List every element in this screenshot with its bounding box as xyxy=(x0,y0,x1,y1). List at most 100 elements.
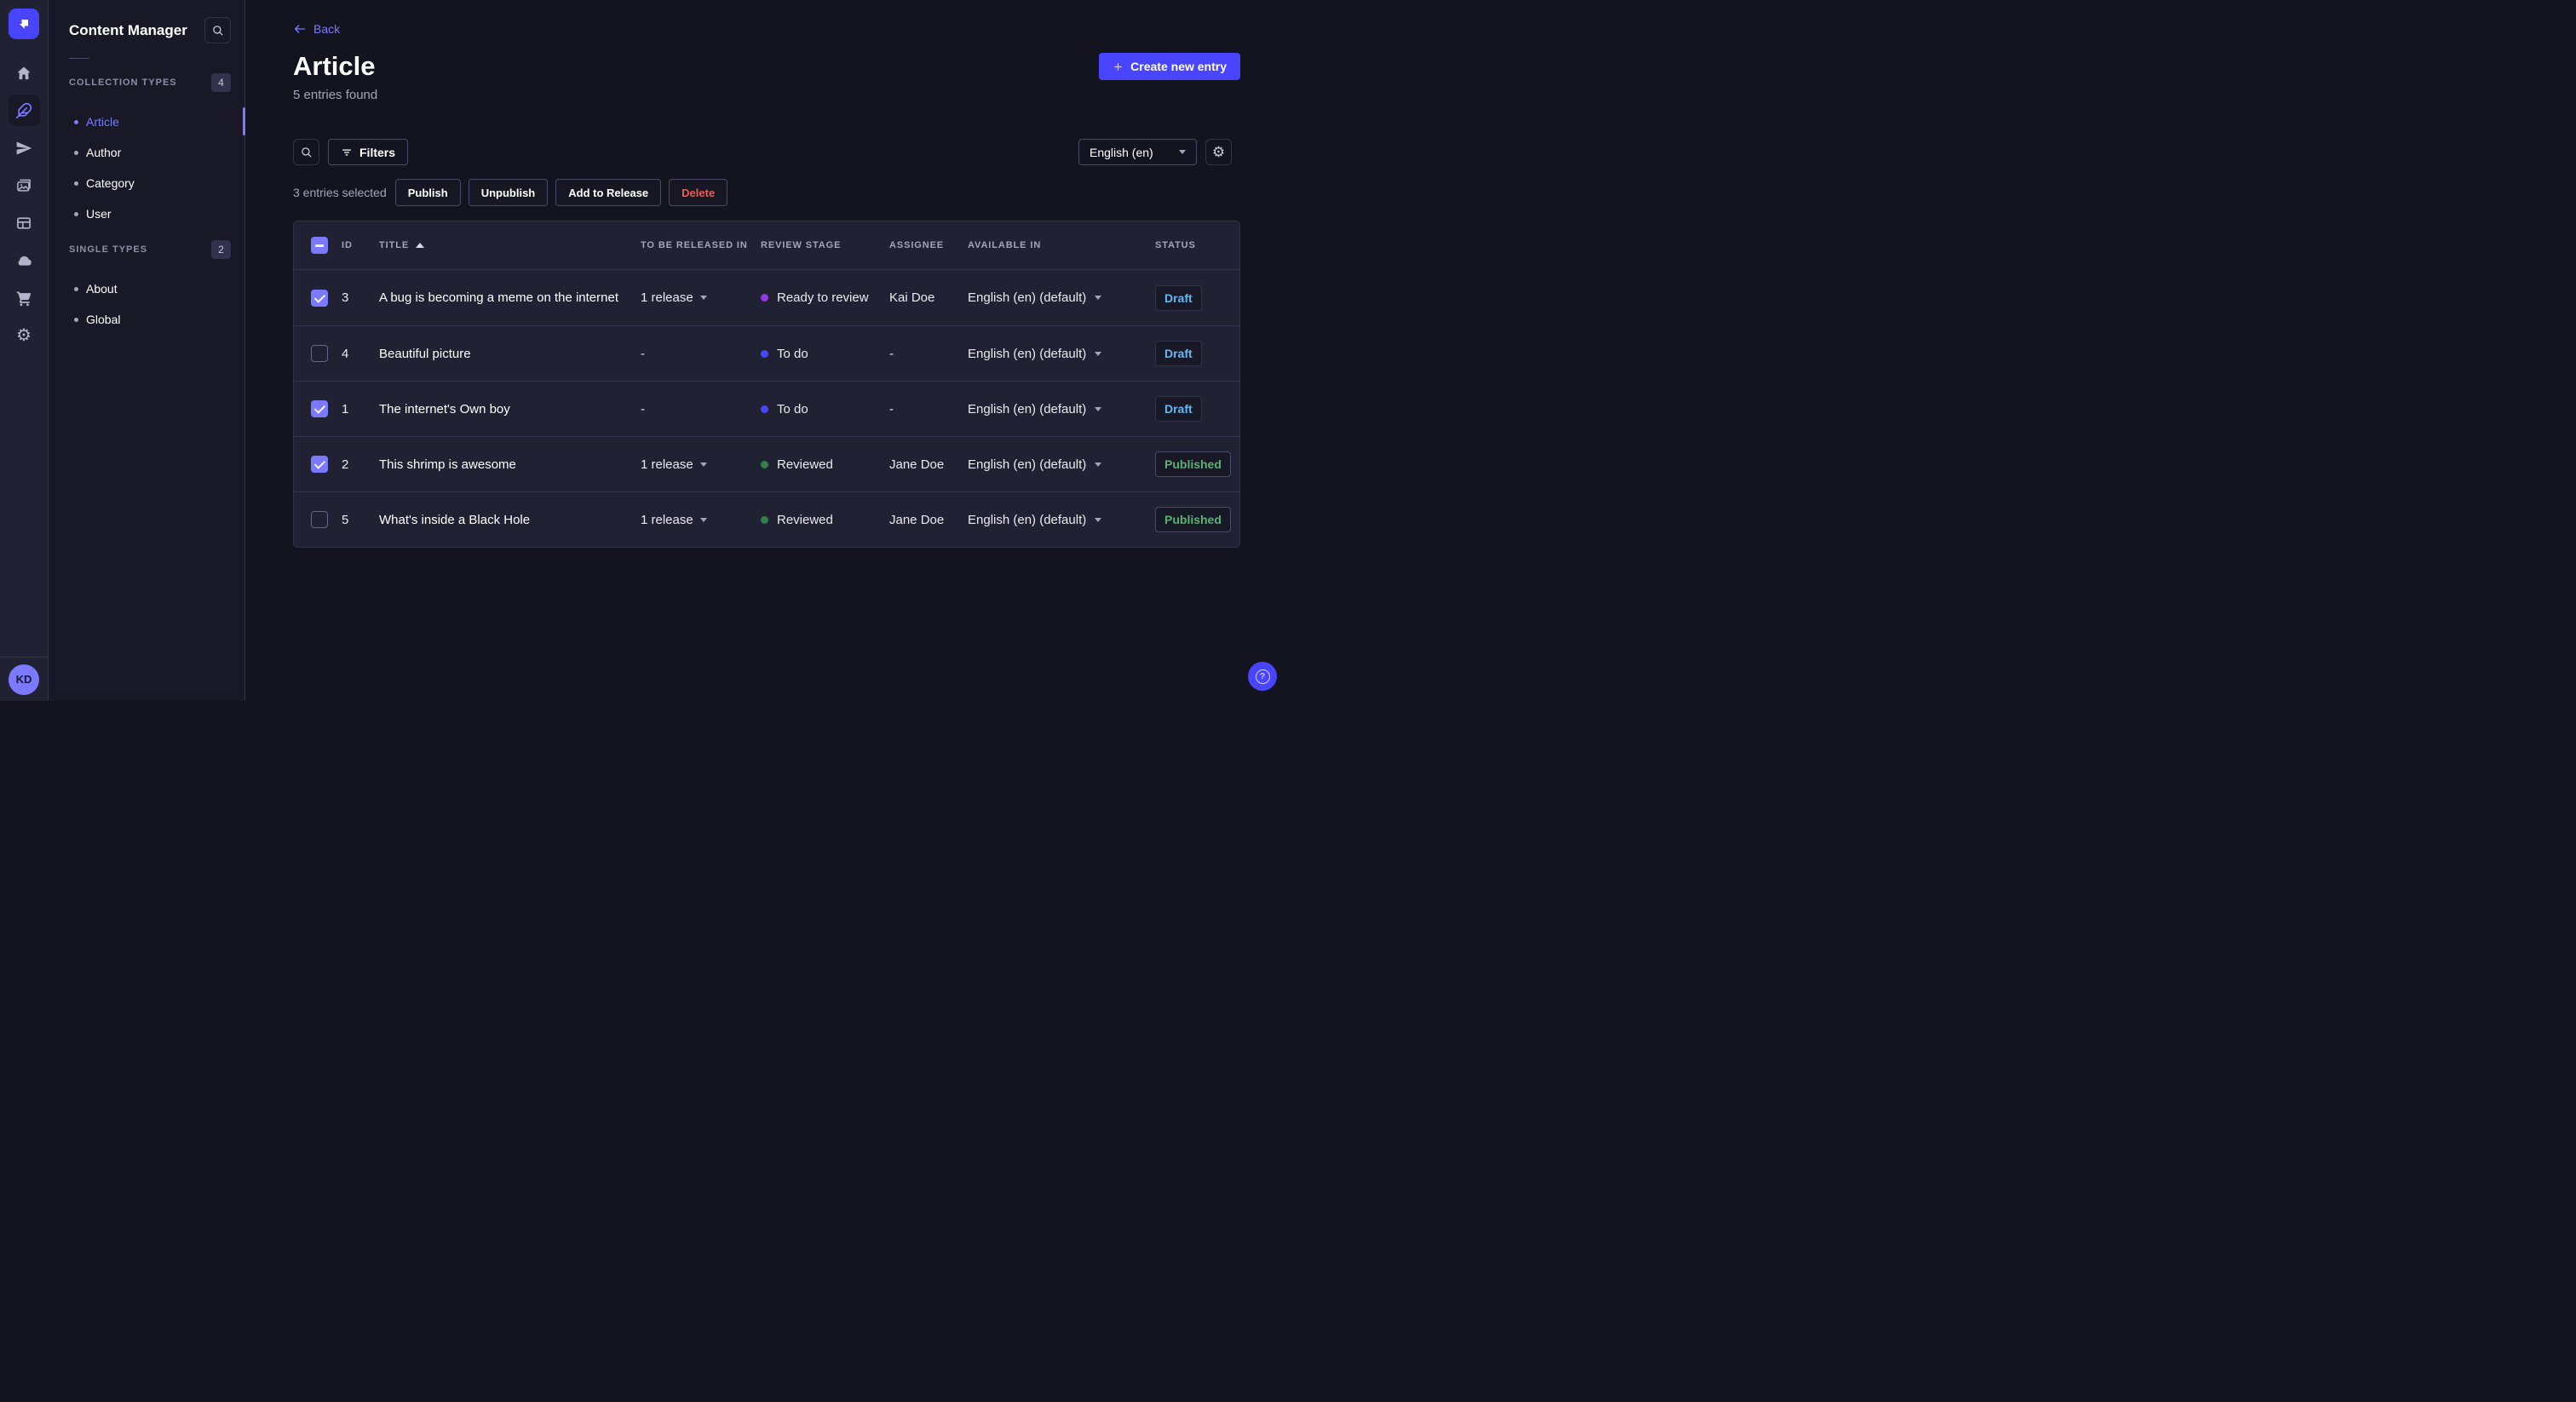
collection-types-label: COLLECTION TYPES xyxy=(69,78,177,88)
cell-assignee: Jane Doe xyxy=(889,457,945,472)
select-all-checkbox[interactable] xyxy=(311,237,328,254)
unpublish-button[interactable]: Unpublish xyxy=(468,179,549,206)
help-button[interactable]: ? xyxy=(1248,662,1277,691)
subnav-title: Content Manager xyxy=(69,21,187,38)
cell-to-be-released-in[interactable]: 1 release xyxy=(641,290,761,305)
cloud-icon[interactable] xyxy=(9,244,40,276)
locale-label: English (en) (default) xyxy=(968,457,1087,472)
cell-available-in[interactable]: English (en) (default) xyxy=(968,513,1155,527)
chevron-down-icon xyxy=(699,296,707,300)
column-header-assignee: ASSIGNEE xyxy=(889,240,945,250)
cell-id: 3 xyxy=(342,290,349,305)
delete-button[interactable]: Delete xyxy=(669,179,728,206)
list-settings-button[interactable]: ⚙ xyxy=(1205,139,1232,165)
cell-to-be-released-in[interactable]: - xyxy=(641,347,761,361)
back-link[interactable]: Back xyxy=(293,22,340,36)
cell-status: Draft xyxy=(1155,396,1239,422)
chevron-down-icon xyxy=(1095,296,1102,300)
column-header-id[interactable]: ID xyxy=(342,240,379,250)
sidebar-item-about[interactable]: About xyxy=(49,273,244,304)
subnav-search-button[interactable] xyxy=(204,17,231,43)
cell-id: 4 xyxy=(342,346,349,361)
cell-title: Beautiful picture xyxy=(379,346,471,361)
stage-dot-icon xyxy=(761,460,768,468)
releases-paper-plane-icon[interactable] xyxy=(9,132,40,164)
cell-available-in[interactable]: English (en) (default) xyxy=(968,402,1155,417)
stage-label: Ready to review xyxy=(777,290,869,305)
marketplace-cart-icon[interactable] xyxy=(9,282,40,313)
stage-label: To do xyxy=(777,346,808,361)
status-badge: Draft xyxy=(1155,284,1202,311)
content-manager-feather-icon[interactable] xyxy=(8,95,40,126)
stage-dot-icon xyxy=(761,294,768,302)
row-checkbox[interactable] xyxy=(311,400,328,417)
sidebar-item-user[interactable]: User xyxy=(49,198,244,229)
status-badge: Published xyxy=(1155,451,1231,477)
media-library-images-icon[interactable] xyxy=(9,170,40,201)
cell-available-in[interactable]: English (en) (default) xyxy=(968,347,1155,361)
cell-title: A bug is becoming a meme on the internet xyxy=(379,290,619,305)
cell-to-be-released-in[interactable]: - xyxy=(641,402,761,417)
sidebar-item-category[interactable]: Category xyxy=(49,168,244,198)
cell-title: What's inside a Black Hole xyxy=(379,512,531,527)
table-header: ID TITLE TO BE RELEASED IN REVIEW STAGE … xyxy=(294,221,1239,270)
cell-review-stage: Ready to review xyxy=(761,290,889,305)
sidebar-item-author[interactable]: Author xyxy=(49,137,244,168)
table-row[interactable]: 3 A bug is becoming a meme on the intern… xyxy=(294,270,1239,325)
column-header-title[interactable]: TITLE xyxy=(379,240,641,250)
strapi-logo-mark xyxy=(20,20,28,29)
release-value: - xyxy=(641,346,645,361)
publish-button[interactable]: Publish xyxy=(394,179,461,206)
cell-to-be-released-in[interactable]: 1 release xyxy=(641,457,761,472)
back-arrow-icon xyxy=(295,25,305,33)
table-row[interactable]: 2 This shrimp is awesome 1 release Revie… xyxy=(294,436,1239,491)
gear-glyph: ⚙ xyxy=(16,325,32,345)
question-mark-icon: ? xyxy=(1255,669,1270,684)
content-type-builder-layout-icon[interactable] xyxy=(9,207,40,238)
bullet-icon xyxy=(74,181,78,186)
settings-gear-icon[interactable]: ⚙ xyxy=(9,319,40,351)
status-badge: Draft xyxy=(1155,341,1202,366)
table-row[interactable]: 4 Beautiful picture - To do - English (e… xyxy=(294,325,1239,381)
cell-review-stage: Reviewed xyxy=(761,513,889,527)
table-row[interactable]: 5 What's inside a Black Hole 1 release R… xyxy=(294,491,1239,547)
row-checkbox[interactable] xyxy=(311,289,328,307)
single-types-count: 2 xyxy=(211,240,231,259)
cell-available-in[interactable]: English (en) (default) xyxy=(968,290,1155,305)
cell-available-in[interactable]: English (en) (default) xyxy=(968,457,1155,472)
strapi-logo[interactable] xyxy=(9,9,39,39)
plus-icon xyxy=(1114,62,1123,71)
stage-label: Reviewed xyxy=(777,457,833,472)
sidebar-item-global[interactable]: Global xyxy=(49,304,244,335)
locale-select[interactable]: English (en) xyxy=(1078,139,1197,165)
row-checkbox[interactable] xyxy=(311,511,328,528)
sort-ascending-icon xyxy=(416,243,425,248)
stage-label: To do xyxy=(777,401,808,417)
release-value: 1 release xyxy=(641,290,693,305)
single-types-section: SINGLE TYPES 2 About Global xyxy=(49,236,244,335)
cell-status: Published xyxy=(1155,451,1239,477)
cell-to-be-released-in[interactable]: 1 release xyxy=(641,513,761,527)
content-manager-subnav: Content Manager COLLECTION TYPES 4 Artic… xyxy=(49,0,245,701)
cell-review-stage: To do xyxy=(761,347,889,361)
sidebar-item-article[interactable]: Article xyxy=(49,106,244,137)
cell-review-stage: Reviewed xyxy=(761,457,889,472)
user-avatar[interactable]: KD xyxy=(9,664,39,695)
sidebar-item-label: Author xyxy=(86,146,122,159)
chevron-down-icon xyxy=(1095,462,1102,467)
filters-label: Filters xyxy=(359,145,396,159)
table-row[interactable]: 1 The internet's Own boy - To do - Engli… xyxy=(294,381,1239,436)
chevron-down-icon xyxy=(699,462,707,467)
row-checkbox[interactable] xyxy=(311,345,328,362)
add-to-release-button[interactable]: Add to Release xyxy=(555,179,662,206)
entries-count: 5 entries found xyxy=(293,88,378,102)
stage-dot-icon xyxy=(761,349,768,358)
locale-value: English (en) xyxy=(1090,145,1153,159)
locale-label: English (en) (default) xyxy=(968,290,1087,305)
list-search-button[interactable] xyxy=(293,139,319,165)
row-checkbox[interactable] xyxy=(311,456,328,473)
filters-button[interactable]: Filters xyxy=(328,139,409,165)
stage-dot-icon xyxy=(761,405,768,413)
home-icon[interactable] xyxy=(9,57,40,89)
create-new-entry-button[interactable]: Create new entry xyxy=(1099,53,1240,80)
